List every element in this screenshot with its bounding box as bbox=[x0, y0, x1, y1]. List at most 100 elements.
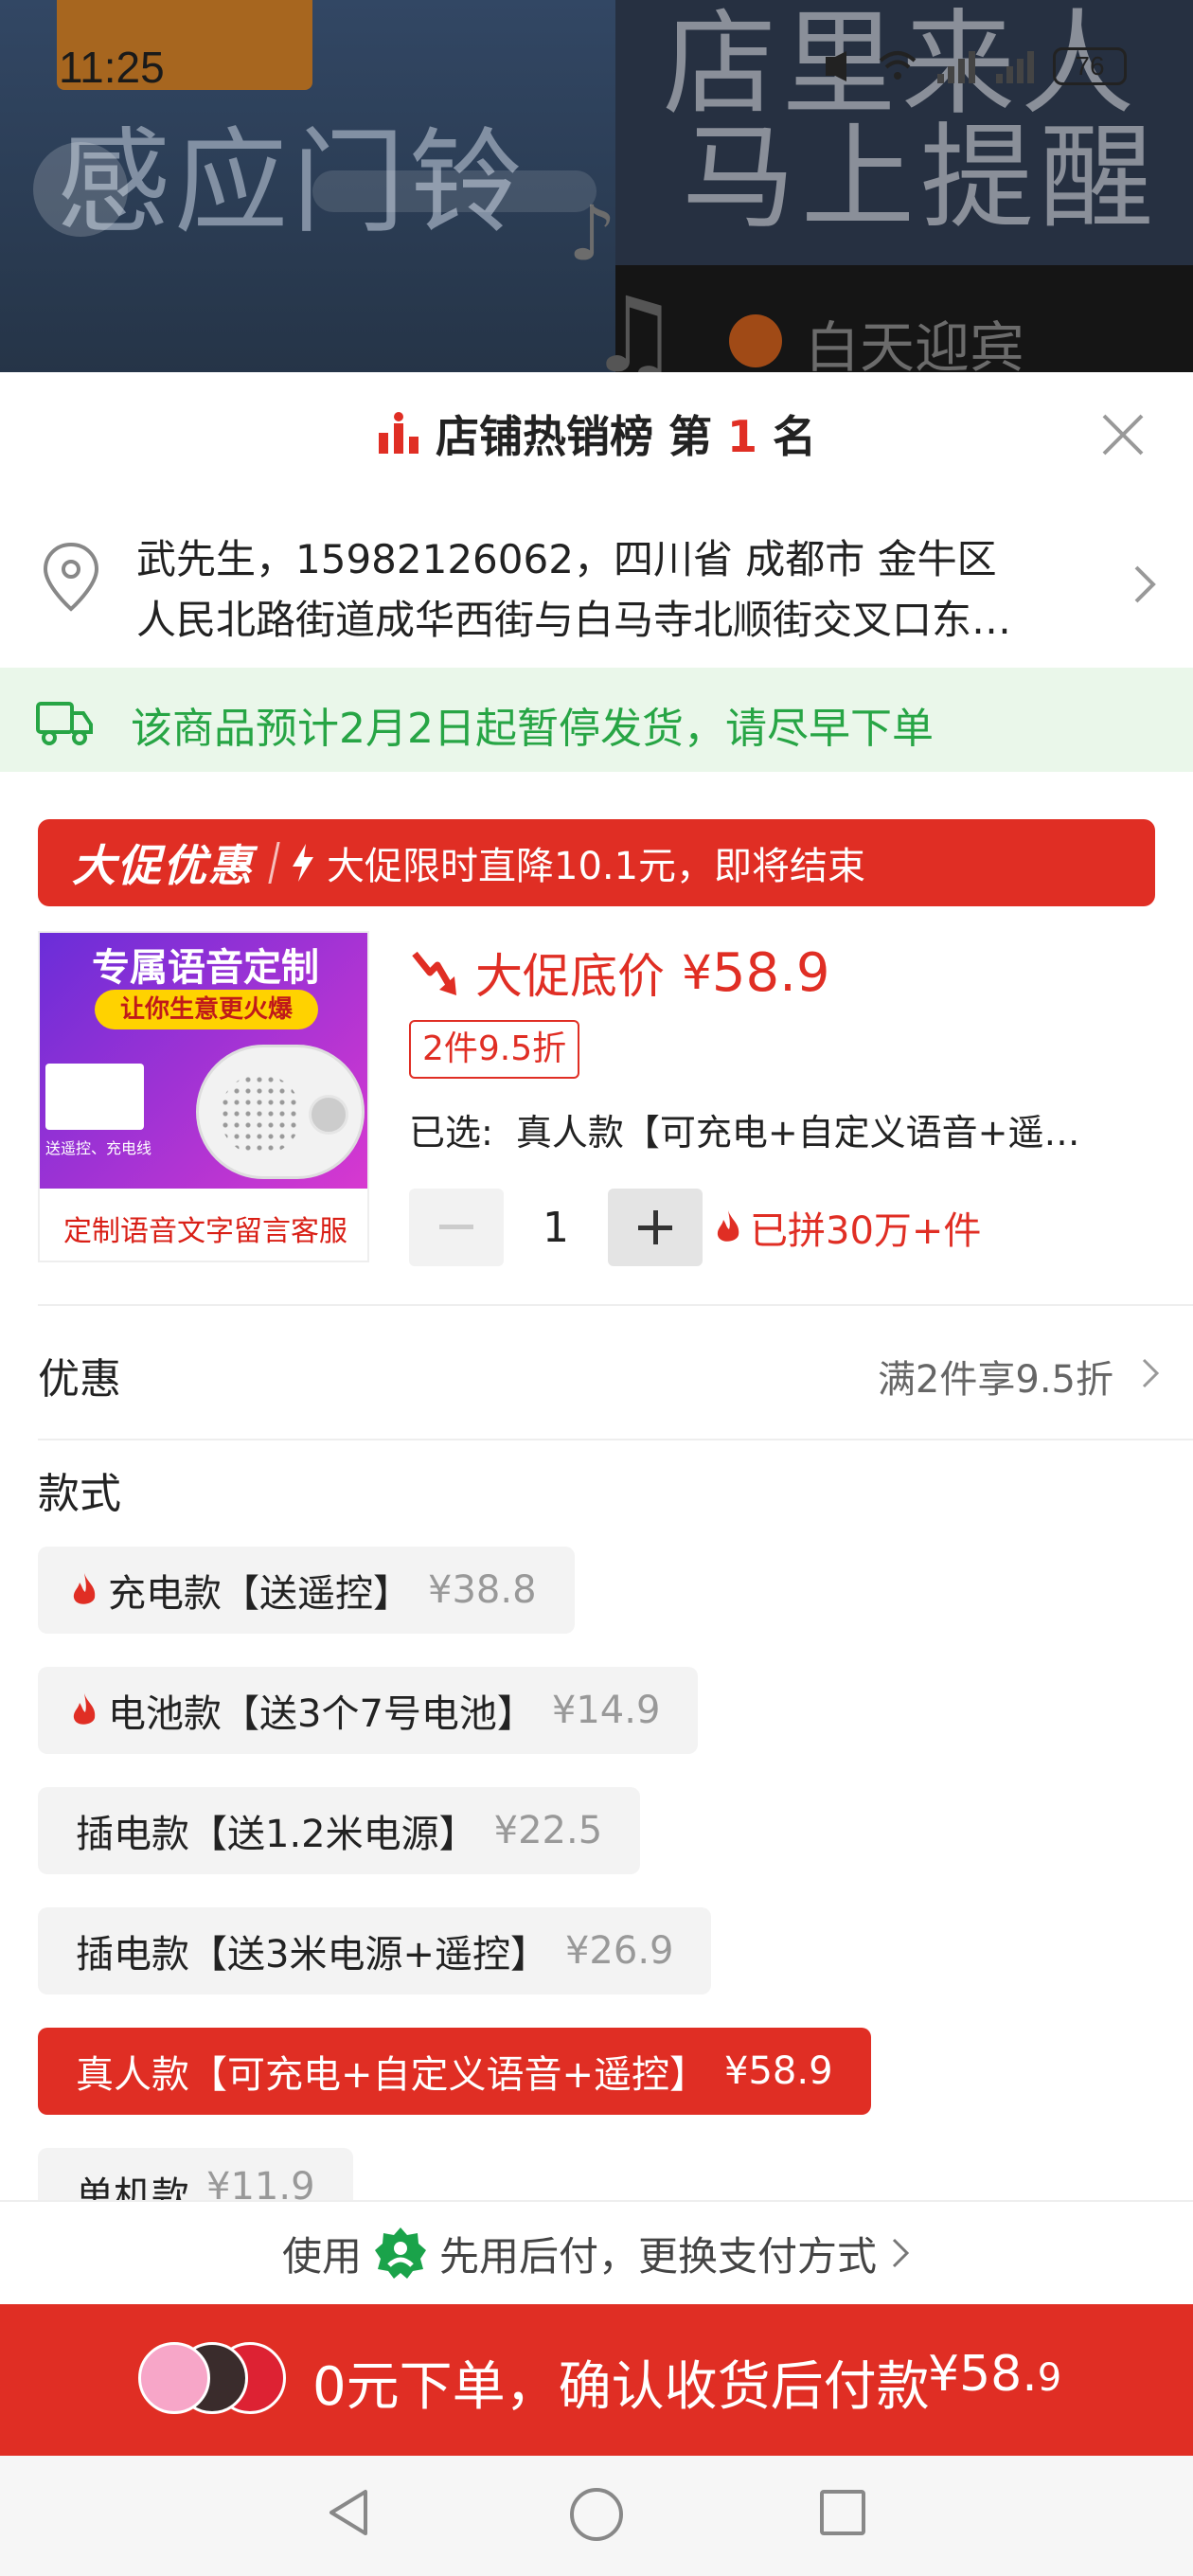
wifi-icon bbox=[879, 51, 917, 80]
address-line-2: 人民北路街道成华西街与白马寺北顺街交叉口东… bbox=[136, 597, 1012, 643]
product-image-caption: 定制语音文字留言客服 bbox=[63, 1215, 347, 1248]
selected-label: 已选: bbox=[409, 1112, 493, 1154]
flame-icon bbox=[73, 1693, 96, 1725]
back-triangle-icon[interactable] bbox=[322, 2484, 379, 2541]
discount-value: 满2件享9.5折 bbox=[877, 1358, 1113, 1402]
chevron-right-icon bbox=[1142, 1358, 1160, 1388]
shipping-notice-text: 该商品预计2月2日起暂停发货，请尽早下单 bbox=[131, 705, 934, 753]
truck-icon bbox=[36, 702, 93, 745]
sold-count-text: 已拼30万+件 bbox=[750, 1209, 982, 1253]
mute-icon bbox=[826, 51, 846, 81]
shop-tag bbox=[312, 170, 596, 212]
chevron-right-icon bbox=[1134, 565, 1156, 603]
pay-later-icon bbox=[375, 2227, 426, 2279]
discount-label: 优惠 bbox=[38, 1355, 121, 1404]
buyer-avatars bbox=[138, 2342, 290, 2418]
style-option-name: 单机款 bbox=[76, 2174, 189, 2200]
price-currency: ¥ bbox=[682, 945, 712, 1000]
status-icons: 76 bbox=[818, 47, 1127, 85]
flame-icon bbox=[717, 1210, 739, 1242]
style-section-label: 款式 bbox=[38, 1470, 121, 1518]
recent-apps-icon[interactable] bbox=[816, 2486, 869, 2539]
quantity-stepper: 1 已拼30万+件 bbox=[409, 1189, 981, 1266]
lightning-icon bbox=[293, 844, 313, 882]
promo-bar: 大促优惠 大促限时直降10.1元，即将结束 bbox=[38, 819, 1155, 906]
banner-subtitle: 白天迎宾 bbox=[805, 315, 1025, 379]
doorbell-device-image bbox=[196, 1045, 365, 1179]
product-image-banner: 专属语音定制 让你生意更火爆 送遥控、充电线 bbox=[40, 933, 367, 1189]
signal-icon bbox=[996, 51, 1034, 83]
banner-dot bbox=[729, 314, 782, 367]
payment-use-label: 使用 bbox=[281, 2232, 362, 2280]
promo-text: 大促限时直降10.1元，即将结束 bbox=[327, 845, 866, 888]
promo-logo: 大促优惠 bbox=[72, 840, 254, 891]
style-option-price: ¥14.9 bbox=[551, 1689, 661, 1732]
price-value: 58.9 bbox=[711, 941, 830, 1004]
system-navigation-bar bbox=[0, 2456, 1193, 2576]
ranking-icon bbox=[378, 412, 418, 454]
order-price: ¥58.9 bbox=[928, 2346, 1062, 2403]
product-thumbnail[interactable]: 专属语音定制 让你生意更火爆 送遥控、充电线 定制语音文字留言客服 bbox=[38, 931, 369, 1262]
style-option[interactable]: 电池款【送3个7号电池】 ¥14.9 bbox=[38, 1667, 699, 1754]
avatar bbox=[138, 2342, 210, 2414]
location-pin-icon bbox=[43, 542, 99, 612]
home-circle-icon[interactable] bbox=[566, 2484, 627, 2545]
style-option-price: ¥58.9 bbox=[724, 2049, 833, 2093]
close-icon[interactable] bbox=[1096, 408, 1149, 461]
increase-quantity-button[interactable] bbox=[608, 1189, 703, 1266]
style-option-name: 充电款【送遥控】 bbox=[108, 1572, 411, 1616]
payment-method-text: 先用后付，更换支付方式 bbox=[439, 2232, 878, 2280]
discount-row[interactable]: 优惠 满2件享9.5折 bbox=[0, 1305, 1193, 1438]
style-option-name: 真人款【可充电+自定义语音+遥控】 bbox=[76, 2053, 708, 2097]
style-option-name: 电池款【送3个7号电池】 bbox=[108, 1692, 535, 1736]
promo-separator bbox=[268, 842, 280, 884]
address-line-1: 武先生，15982126062，四川省 成都市 金牛区 bbox=[136, 536, 997, 582]
payment-method-row[interactable]: 使用 先用后付，更换支付方式 bbox=[0, 2200, 1193, 2304]
product-image-title: 专属语音定制 bbox=[92, 946, 319, 990]
plus-icon bbox=[638, 1210, 672, 1244]
quantity-value[interactable]: 1 bbox=[504, 1204, 608, 1252]
product-image-tag: 让你生意更火爆 bbox=[95, 990, 318, 1029]
decrease-quantity-button[interactable] bbox=[409, 1189, 504, 1266]
style-option-price: ¥11.9 bbox=[206, 2165, 315, 2200]
minus-icon bbox=[439, 1225, 473, 1229]
style-option[interactable]: 插电款【送1.2米电源】 ¥22.5 bbox=[38, 1787, 641, 1874]
style-option-price: ¥26.9 bbox=[564, 1929, 674, 1973]
address-row[interactable]: 武先生，15982126062，四川省 成都市 金牛区 人民北路街道成华西街与白… bbox=[0, 495, 1193, 661]
style-option[interactable]: 插电款【送3米电源+遥控】 ¥26.9 bbox=[38, 1907, 712, 1995]
speaker-grille bbox=[220, 1074, 301, 1155]
product-image-footer: 定制语音文字留言客服 bbox=[40, 1189, 367, 1261]
music-note-icon: ♫ bbox=[587, 275, 681, 379]
status-time: 11:25 bbox=[59, 43, 165, 92]
selected-sku-row: 已选: 真人款【可充电+自定义语音+遥… bbox=[409, 1103, 1157, 1155]
price-row: 大促底价 ¥ 58.9 bbox=[409, 939, 830, 1007]
divider bbox=[38, 1439, 1193, 1440]
discount-tag: 2件9.5折 bbox=[409, 1020, 580, 1079]
price-label: 大促底价 bbox=[475, 949, 665, 1004]
selected-value: 真人款【可充电+自定义语音+遥… bbox=[515, 1112, 1080, 1154]
style-option-price: ¥22.5 bbox=[493, 1809, 603, 1852]
style-option-name: 插电款【送1.2米电源】 bbox=[76, 1813, 477, 1856]
style-option[interactable]: 单机款 ¥11.9 bbox=[38, 2148, 353, 2200]
back-button[interactable] bbox=[33, 142, 128, 237]
status-bar: 11:25 76 bbox=[0, 0, 1193, 142]
price-down-icon bbox=[412, 951, 456, 995]
style-option-name: 插电款【送3米电源+遥控】 bbox=[76, 1933, 548, 1977]
place-order-text: 0元下单，确认收货后付款 bbox=[312, 2356, 930, 2418]
style-option[interactable]: 充电款【送遥控】 ¥38.8 bbox=[38, 1547, 575, 1634]
sold-count: 已拼30万+件 bbox=[714, 1200, 981, 1255]
chevron-right-icon bbox=[892, 2238, 910, 2268]
shop-rank-row: 店铺热销榜 第 1 名 bbox=[0, 372, 1193, 495]
battery-indicator: 76 bbox=[1053, 47, 1127, 85]
flame-icon bbox=[73, 1573, 96, 1604]
style-option-price: ¥38.8 bbox=[428, 1568, 537, 1612]
sku-selection-sheet: 店铺热销榜 第 1 名 武先生，15982126062，四川省 成都市 金牛区 … bbox=[0, 372, 1193, 2576]
rank-text: 店铺热销榜 第 1 名 bbox=[435, 411, 817, 462]
shipping-notice: 该商品预计2月2日起暂停发货，请尽早下单 bbox=[0, 668, 1193, 772]
sensor-lens bbox=[309, 1095, 348, 1135]
style-option-selected[interactable]: 真人款【可充电+自定义语音+遥控】 ¥58.9 bbox=[38, 2028, 871, 2115]
accessory-image bbox=[45, 1064, 144, 1130]
place-order-button[interactable]: 0元下单，确认收货后付款 ¥58.9 bbox=[0, 2304, 1193, 2456]
signal-icon bbox=[937, 51, 975, 83]
accessory-text: 送遥控、充电线 bbox=[45, 1139, 152, 1157]
